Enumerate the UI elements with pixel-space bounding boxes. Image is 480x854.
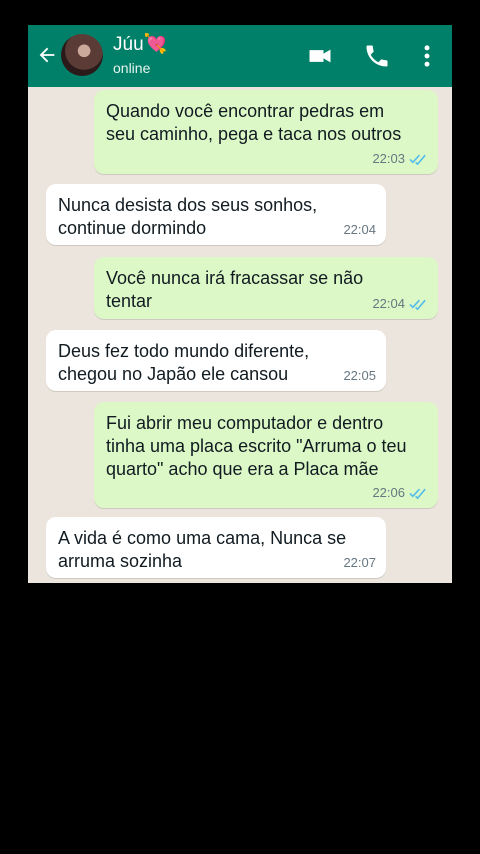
double-check-icon [409, 299, 426, 310]
message-time: 22:04 [343, 222, 376, 237]
contact-name[interactable]: Júu💘 [113, 34, 167, 56]
message-text: Quando você encontrar pedras em seu cami… [106, 101, 402, 144]
message-time: 22:03 [372, 151, 405, 166]
message-meta: 22:03 [372, 147, 428, 170]
message-time: 22:04 [372, 296, 405, 311]
chat-header: Júu💘 online [28, 25, 452, 87]
contact-status: online [113, 60, 151, 76]
message-bubble-incoming[interactable]: Deus fez todo mundo diferente, chegou no… [46, 330, 386, 391]
message-text: A vida é como uma cama, Nunca se arruma … [58, 528, 347, 571]
message-bubble-outgoing[interactable]: Quando você encontrar pedras em seu cami… [94, 90, 438, 174]
message-meta: 22:07 [343, 551, 376, 574]
message-bubble-outgoing[interactable]: Fui abrir meu computador e dentro tinha … [94, 402, 438, 508]
phone-icon[interactable] [363, 42, 391, 70]
message-time: 22:05 [343, 368, 376, 383]
arrow-left-icon[interactable] [36, 44, 58, 66]
message-text: Nunca desista dos seus sonhos, continue … [58, 195, 318, 238]
message-meta: 22:06 [372, 481, 428, 504]
message-bubble-incoming[interactable]: Nunca desista dos seus sonhos, continue … [46, 184, 386, 245]
message-time: 22:06 [372, 485, 405, 500]
message-text: Fui abrir meu computador e dentro tinha … [106, 413, 407, 479]
double-check-icon [409, 488, 426, 499]
message-meta: 22:04 [372, 292, 428, 315]
message-list: Quando você encontrar pedras em seu cami… [28, 87, 452, 583]
avatar[interactable] [61, 34, 103, 76]
message-bubble-incoming[interactable]: A vida é como uma cama, Nunca se arruma … [46, 517, 386, 578]
message-text: Deus fez todo mundo diferente, chegou no… [58, 341, 310, 384]
video-camera-icon[interactable] [306, 42, 334, 70]
message-meta: 22:05 [343, 364, 376, 387]
message-time: 22:07 [343, 555, 376, 570]
double-check-icon [409, 154, 426, 165]
chat-screen: Júu💘 online Quando você encontrar pedras… [28, 25, 452, 583]
message-bubble-outgoing[interactable]: Você nunca irá fracassar se não tentar 2… [94, 257, 438, 319]
message-meta: 22:04 [343, 218, 376, 241]
more-vert-icon[interactable] [413, 42, 441, 70]
